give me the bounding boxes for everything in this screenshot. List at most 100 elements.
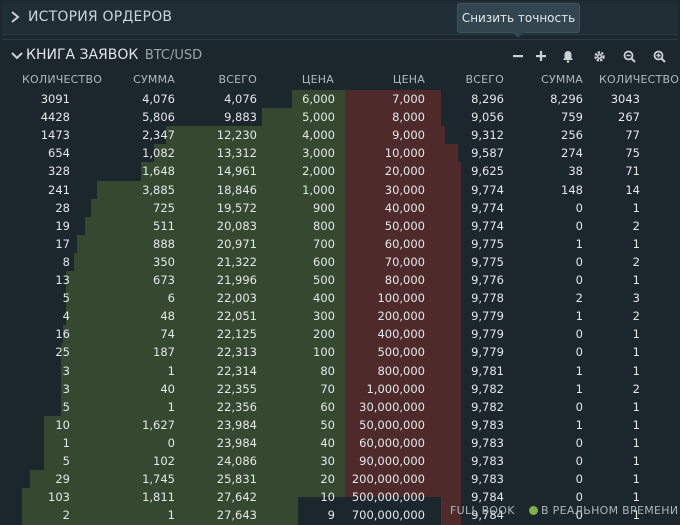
table-row[interactable]: 5 102 24,086 30 90,000,000 9,783 0 1 [0, 452, 680, 470]
bid-price: 2,000 [302, 164, 335, 179]
chevron-down-icon[interactable] [11, 51, 23, 60]
bid-price: 70 [320, 381, 335, 396]
ask-quantity: 75 [625, 146, 640, 161]
order-book-title[interactable]: КНИГА ЗАЯВОК BTC/USD [26, 47, 202, 63]
table-row[interactable]: 25 187 22,313 100 500,000 9,779 0 1 [0, 343, 680, 361]
zoom-out-button[interactable] [620, 47, 638, 65]
alerts-button[interactable] [559, 47, 577, 65]
bid-total: 27,643 [216, 508, 257, 523]
table-row[interactable]: 17 888 20,971 700 60,000 9,775 1 1 [0, 235, 680, 253]
bid-quantity: 8 [62, 254, 70, 269]
bid-quantity: 1473 [40, 128, 70, 143]
bid-sum: 673 [153, 273, 175, 287]
header-ask-sum: СУММА [541, 73, 583, 86]
bid-sum: 511 [153, 218, 175, 233]
bid-total: 22,314 [216, 363, 257, 378]
table-row[interactable]: 328 1,648 14,961 2,000 20,000 9,625 38 71 [0, 162, 680, 180]
full-book-link[interactable]: FULL BOOK [450, 504, 515, 517]
bid-total: 9,883 [224, 110, 257, 125]
bid-quantity: 19 [55, 218, 70, 233]
ask-total: 9,056 [471, 110, 504, 125]
table-row[interactable]: 29 1,745 25,831 20 200,000,000 9,783 0 1 [0, 470, 680, 488]
precision-tooltip: Снизить точность [457, 3, 580, 38]
bid-price: 1,000 [302, 182, 335, 197]
bid-sum: 1 [167, 399, 175, 414]
bid-sum: 2,347 [142, 128, 175, 143]
bid-quantity: 103 [48, 490, 70, 505]
zoom-in-button[interactable] [650, 47, 668, 65]
bid-price: 20 [320, 472, 335, 487]
bid-quantity: 29 [55, 472, 70, 487]
table-row[interactable]: 1 0 23,984 40 60,000,000 9,783 0 1 [0, 434, 680, 452]
table-row[interactable]: 13 673 21,996 500 80,000 9,776 0 1 [0, 271, 680, 289]
realtime-status-label[interactable]: В РЕАЛЬНОМ ВРЕМЕНИ [541, 504, 678, 517]
ask-sum: 274 [561, 146, 583, 161]
ask-sum: 2 [575, 291, 583, 306]
ask-sum: 148 [561, 182, 583, 197]
ask-sum: 8,296 [550, 92, 583, 106]
ask-total: 9,587 [471, 146, 504, 161]
table-row[interactable]: 5 1 22,356 60 30,000,000 9,782 0 1 [0, 398, 680, 416]
ask-quantity: 14 [625, 182, 640, 197]
bid-total: 23,984 [216, 417, 257, 432]
ask-price: 200,000 [377, 309, 425, 324]
table-row[interactable]: 654 1,082 13,312 3,000 10,000 9,587 274 75 [0, 144, 680, 162]
ask-price: 40,000 [384, 200, 425, 215]
ask-total: 9,779 [471, 327, 504, 342]
bid-total: 18,846 [216, 182, 257, 197]
table-row[interactable]: 3 40 22,355 70 1,000,000 9,782 1 2 [0, 380, 680, 398]
ask-quantity: 71 [625, 164, 640, 179]
header-bid-total: ВСЕГО [218, 73, 257, 86]
table-row[interactable]: 10 1,627 23,984 50 50,000,000 9,783 1 1 [0, 416, 680, 434]
ask-total: 9,312 [471, 128, 504, 143]
ask-sum: 0 [575, 200, 583, 215]
decrease-precision-button[interactable] [509, 47, 527, 65]
settings-button[interactable] [590, 47, 608, 65]
ask-total: 9,776 [471, 273, 504, 287]
table-row[interactable]: 1473 2,347 12,230 4,000 9,000 9,312 256 77 [0, 126, 680, 144]
bid-total: 27,642 [216, 490, 257, 505]
bid-quantity: 10 [55, 417, 70, 432]
ask-total: 9,778 [471, 291, 504, 306]
ask-price: 60,000,000 [359, 435, 425, 450]
bid-price: 60 [320, 399, 335, 414]
chevron-right-icon[interactable] [10, 11, 20, 23]
order-history-title[interactable]: ИСТОРИЯ ОРДЕРОВ [28, 9, 172, 25]
table-row[interactable]: 4428 5,806 9,883 5,000 8,000 9,056 759 267 [0, 108, 680, 126]
table-row[interactable]: 4 48 22,051 300 200,000 9,779 1 2 [0, 307, 680, 325]
bid-sum: 1,627 [142, 417, 175, 432]
bid-total: 21,996 [216, 273, 257, 287]
ask-quantity: 2 [632, 254, 640, 269]
ask-quantity: 1 [632, 273, 640, 287]
table-row[interactable]: 19 511 20,083 800 50,000 9,774 0 2 [0, 217, 680, 235]
bid-total: 22,313 [216, 345, 257, 360]
ask-total: 9,783 [471, 454, 504, 468]
bid-sum: 187 [153, 345, 175, 360]
bid-quantity: 5 [62, 454, 70, 468]
bid-total: 13,312 [216, 146, 257, 161]
bid-sum: 0 [167, 435, 175, 450]
ask-total: 9,775 [471, 254, 504, 269]
table-row[interactable]: 16 74 22,125 200 400,000 9,779 0 1 [0, 325, 680, 343]
zoom-in-icon [653, 50, 666, 63]
ask-sum: 759 [561, 110, 583, 125]
ask-sum: 0 [575, 327, 583, 342]
ask-quantity: 1 [632, 417, 640, 432]
ask-quantity: 3 [632, 291, 640, 306]
bid-price: 3,000 [302, 146, 335, 161]
ask-sum: 0 [575, 490, 583, 505]
ask-quantity: 1 [632, 236, 640, 251]
ask-total: 9,781 [471, 363, 504, 378]
table-row[interactable]: 3 1 22,314 80 800,000 9,781 1 1 [0, 362, 680, 380]
increase-precision-button[interactable] [532, 47, 550, 65]
table-row[interactable]: 241 3,885 18,846 1,000 30,000 9,774 148 14 [0, 181, 680, 199]
table-row[interactable]: 8 350 21,322 600 70,000 9,775 0 2 [0, 253, 680, 271]
bid-total: 22,003 [216, 291, 257, 306]
table-row[interactable]: 28 725 19,572 900 40,000 9,774 0 1 [0, 199, 680, 217]
table-row[interactable]: 3091 4,076 4,076 6,000 7,000 8,296 8,296 3043 [0, 90, 680, 108]
bid-price: 5,000 [302, 110, 335, 125]
ask-price: 10,000 [384, 146, 425, 161]
bid-sum: 74 [160, 327, 175, 342]
ask-price: 9,000 [392, 128, 425, 143]
table-row[interactable]: 5 6 22,003 400 100,000 9,778 2 3 [0, 289, 680, 307]
